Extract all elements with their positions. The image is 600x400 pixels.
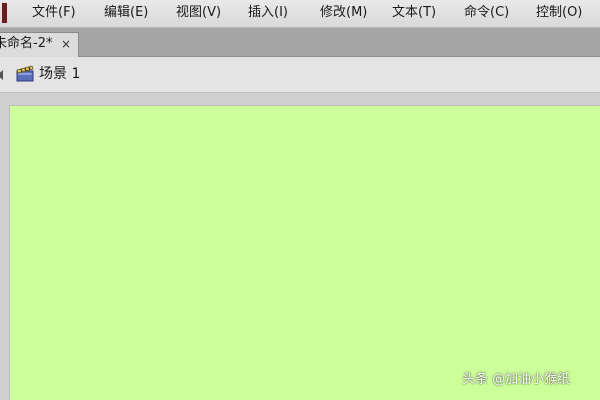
document-tab-title: 未命名-2*: [0, 36, 53, 51]
scene-breadcrumb[interactable]: 场景 1: [39, 65, 80, 83]
menu-modify[interactable]: 修改(M): [320, 5, 367, 21]
app-logo-icon: [2, 3, 7, 23]
menu-text[interactable]: 文本(T): [392, 5, 436, 21]
menu-control[interactable]: 控制(O): [536, 5, 582, 21]
menu-command[interactable]: 命令(C): [464, 5, 509, 21]
back-arrow-icon[interactable]: [0, 70, 3, 80]
stage-canvas[interactable]: [9, 105, 600, 400]
document-tab-strip: 未命名-2* ×: [0, 28, 600, 57]
menu-file[interactable]: 文件(F): [32, 5, 76, 21]
menu-bar: 文件(F) 编辑(E) 视图(V) 插入(I) 修改(M) 文本(T) 命令(C…: [0, 0, 600, 28]
work-area: [0, 93, 600, 400]
edit-bar: 场景 1: [0, 57, 600, 93]
document-tab[interactable]: 未命名-2* ×: [0, 32, 79, 57]
flash-app-window: 文件(F) 编辑(E) 视图(V) 插入(I) 修改(M) 文本(T) 命令(C…: [0, 0, 600, 400]
menu-insert[interactable]: 插入(I): [248, 5, 288, 21]
watermark-text: 头条 @加油小猴纸: [462, 372, 571, 387]
menu-view[interactable]: 视图(V): [176, 5, 221, 21]
clapperboard-icon: [16, 65, 34, 82]
menu-edit[interactable]: 编辑(E): [104, 5, 148, 21]
close-icon[interactable]: ×: [61, 36, 71, 52]
